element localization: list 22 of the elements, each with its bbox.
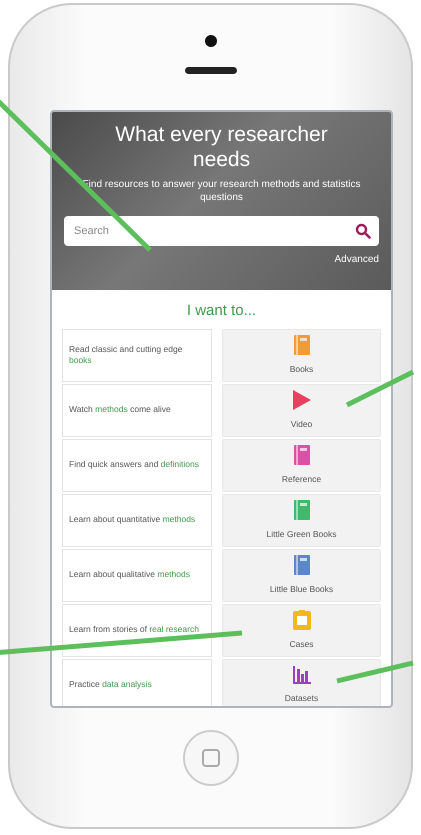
resource-tile[interactable]: Datasets	[222, 658, 381, 706]
section-heading: I want to...	[186, 301, 258, 321]
resource-tile[interactable]: Video	[222, 384, 381, 436]
search-icon[interactable]	[355, 223, 371, 240]
prompt-text: Read classic and cutting edge books	[69, 344, 184, 366]
prompt-text: Practice data analysis	[69, 679, 152, 691]
prompt-text: Find quick answers and definitions	[69, 459, 199, 471]
hero-title: What every researcher needs	[114, 122, 329, 172]
prompt-text: Learn from stories of real research	[69, 624, 199, 636]
camera-dot	[204, 35, 216, 47]
prompt-text: Watch methods come alive	[69, 404, 171, 416]
resource-tile[interactable]: Little Blue Books	[222, 548, 381, 602]
prompt-text: Learn about qualitative methods	[69, 569, 190, 581]
resource-tile[interactable]: Books	[222, 328, 381, 382]
leader-line	[346, 370, 414, 408]
search-field[interactable]: Search	[64, 216, 379, 246]
resource-tile[interactable]: Little Green Books	[222, 494, 381, 546]
advanced-link[interactable]: Advanced	[334, 254, 379, 266]
resource-tile[interactable]: Reference	[222, 438, 381, 492]
speaker-slot	[184, 67, 236, 74]
prompt-text: Learn about quantitative methods	[69, 514, 196, 526]
resource-tile[interactable]: Cases	[222, 604, 381, 656]
